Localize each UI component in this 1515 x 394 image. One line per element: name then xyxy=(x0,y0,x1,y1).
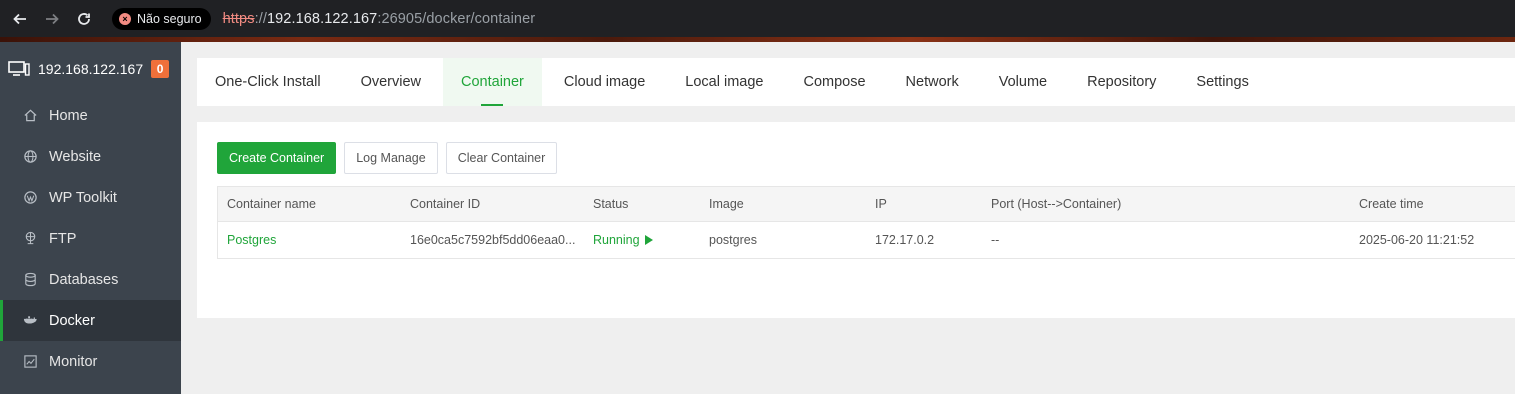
wordpress-icon xyxy=(22,190,38,206)
table-header: Container name Container ID Status Image… xyxy=(218,187,1515,222)
globe-icon xyxy=(22,149,38,165)
sidebar-item-wp-toolkit[interactable]: WP Toolkit xyxy=(0,177,181,218)
sidebar-item-label: Home xyxy=(49,107,88,124)
table-row: Postgres 16e0ca5c7592bf5dd06eaa0... Runn… xyxy=(218,222,1515,258)
computer-icon xyxy=(8,60,30,76)
sidebar-item-label: Docker xyxy=(49,312,95,329)
arrow-left-icon xyxy=(13,13,26,24)
notification-badge[interactable]: 0 xyxy=(151,59,170,78)
url-separator: :// xyxy=(254,10,267,27)
container-status[interactable]: Running xyxy=(584,233,700,247)
sidebar-item-ftp[interactable]: FTP xyxy=(0,218,181,259)
container-port: -- xyxy=(991,233,1000,247)
home-icon xyxy=(22,108,38,124)
container-name-link[interactable]: Postgres xyxy=(218,233,401,247)
server-name: 192.168.122.167 xyxy=(38,60,144,77)
column-header[interactable]: Container name xyxy=(218,197,401,211)
status-label: Running xyxy=(593,233,640,247)
security-label: Não seguro xyxy=(137,11,202,26)
sidebar-item-website[interactable]: Website xyxy=(0,136,181,177)
reload-icon xyxy=(78,12,90,25)
container-panel: Create Container Log Manage Clear Contai… xyxy=(197,122,1515,318)
server-header[interactable]: 192.168.122.167 0 xyxy=(0,42,181,95)
tab-cloud-image[interactable]: Cloud image xyxy=(546,58,663,106)
container-ip: 172.17.0.2 xyxy=(875,233,935,247)
back-button[interactable] xyxy=(6,5,34,33)
security-indicator[interactable]: × Não seguro xyxy=(112,7,211,30)
docker-tabs: One-Click Install Overview Container Clo… xyxy=(197,58,1515,106)
log-manage-button[interactable]: Log Manage xyxy=(344,142,438,174)
browser-toolbar: × Não seguro https://192.168.122.167:269… xyxy=(0,0,1515,37)
tab-one-click-install[interactable]: One-Click Install xyxy=(197,58,339,106)
tab-repository[interactable]: Repository xyxy=(1069,58,1174,106)
clear-container-button[interactable]: Clear Container xyxy=(445,142,558,174)
database-icon xyxy=(22,272,38,288)
sidebar-item-label: Website xyxy=(49,148,102,165)
forward-button[interactable] xyxy=(38,5,66,33)
container-create-time: 2025-06-20 11:21:52 xyxy=(1359,233,1475,247)
sidebar-item-label: Databases xyxy=(49,271,119,288)
url-host: 192.168.122.167 xyxy=(266,10,378,27)
tab-compose[interactable]: Compose xyxy=(785,58,883,106)
reload-button[interactable] xyxy=(70,5,98,33)
tab-local-image[interactable]: Local image xyxy=(667,58,781,106)
sidebar-item-label: WP Toolkit xyxy=(49,189,117,206)
wallpaper-strip xyxy=(0,37,1515,42)
warning-icon: × xyxy=(119,12,131,25)
docker-icon xyxy=(22,313,38,329)
address-bar[interactable]: https://192.168.122.167:26905/docker/con… xyxy=(223,11,536,27)
ftp-icon xyxy=(22,231,38,247)
sidebar: 192.168.122.167 0 Home Website WP Toolki… xyxy=(0,42,181,394)
tab-settings[interactable]: Settings xyxy=(1178,58,1266,106)
url-path: :26905/docker/container xyxy=(377,10,536,27)
tab-overview[interactable]: Overview xyxy=(343,58,439,106)
sidebar-menu: Home Website WP Toolkit FTP Databases Do… xyxy=(0,95,181,382)
sidebar-item-home[interactable]: Home xyxy=(0,95,181,136)
sidebar-item-monitor[interactable]: Monitor xyxy=(0,341,181,382)
sidebar-item-docker[interactable]: Docker xyxy=(0,300,181,341)
column-header[interactable]: Port (Host-->Container) xyxy=(982,197,1350,211)
url-scheme: https xyxy=(222,10,255,27)
column-header[interactable]: Create time xyxy=(1350,197,1515,211)
tab-container[interactable]: Container xyxy=(443,58,542,106)
toolbar: Create Container Log Manage Clear Contai… xyxy=(217,142,565,174)
column-header[interactable]: Image xyxy=(700,197,866,211)
arrow-right-icon xyxy=(46,13,59,24)
container-id: 16e0ca5c7592bf5dd06eaa0... xyxy=(410,233,576,247)
tab-network[interactable]: Network xyxy=(888,58,977,106)
container-table: Container name Container ID Status Image… xyxy=(217,186,1515,259)
tab-volume[interactable]: Volume xyxy=(981,58,1065,106)
column-header[interactable]: Status xyxy=(584,197,700,211)
sidebar-item-label: FTP xyxy=(49,230,77,247)
create-container-button[interactable]: Create Container xyxy=(217,142,337,174)
sidebar-item-label: Monitor xyxy=(49,353,98,370)
column-header[interactable]: IP xyxy=(866,197,982,211)
column-header[interactable]: Container ID xyxy=(401,197,584,211)
sidebar-item-databases[interactable]: Databases xyxy=(0,259,181,300)
status-running[interactable]: Running xyxy=(593,233,700,247)
play-icon xyxy=(644,235,653,245)
container-image: postgres xyxy=(709,233,757,247)
monitor-icon xyxy=(22,354,38,370)
